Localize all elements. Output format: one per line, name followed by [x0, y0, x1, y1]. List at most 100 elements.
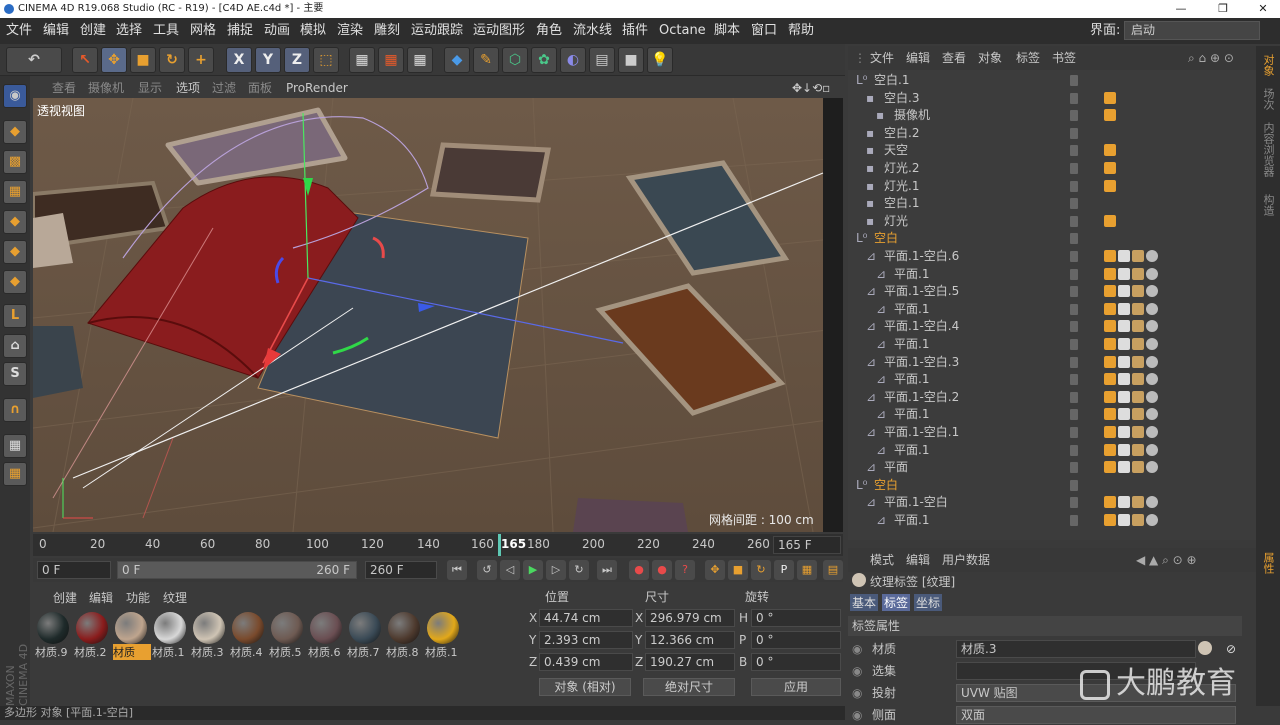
tag-icon[interactable]: [1104, 91, 1116, 104]
tag-icon[interactable]: [1146, 514, 1158, 526]
rot-b-field[interactable]: 0 °: [751, 653, 841, 671]
tag-icon[interactable]: [1104, 443, 1116, 456]
rot-p-field[interactable]: 0 °: [751, 631, 841, 649]
render-settings-icon[interactable]: ▦: [407, 47, 433, 73]
scale-tool-icon[interactable]: ■: [130, 47, 156, 73]
tag-icon[interactable]: [1104, 320, 1116, 333]
menu-create[interactable]: 创建: [80, 18, 106, 44]
size-y-field[interactable]: 12.366 cm: [645, 631, 735, 649]
object-row[interactable]: ⊿ 平面: [848, 459, 1256, 477]
tweak-mode-icon[interactable]: ⌂: [3, 334, 27, 358]
attr-menu-mode[interactable]: 模式: [870, 548, 894, 572]
points-mode-icon[interactable]: ◆: [3, 210, 27, 234]
attr-tab-basic[interactable]: 基本: [850, 594, 879, 611]
record-keys-icon[interactable]: ●: [629, 560, 649, 580]
menu-pipeline[interactable]: 流水线: [573, 18, 612, 44]
apply-button[interactable]: 应用: [751, 678, 841, 696]
tag-icon[interactable]: [1132, 443, 1144, 456]
next-frame-icon[interactable]: ▷: [546, 560, 566, 580]
tag-icon[interactable]: [1132, 250, 1144, 262]
side-tab-takes[interactable]: 场次: [1260, 88, 1276, 110]
side-tab-structure[interactable]: 构造: [1260, 194, 1276, 216]
tag-icon[interactable]: [1132, 267, 1144, 280]
deformer-icon[interactable]: ◐: [560, 47, 586, 73]
tag-icon[interactable]: [1118, 496, 1130, 509]
layout-select[interactable]: 启动: [1124, 21, 1260, 40]
visibility-toggle-icon[interactable]: [1070, 233, 1078, 245]
viewport-menu-prorender[interactable]: ProRender: [286, 78, 348, 98]
visibility-toggle-icon[interactable]: [1070, 92, 1078, 104]
material-swatch[interactable]: 材质: [113, 612, 151, 662]
menu-select[interactable]: 选择: [116, 18, 142, 44]
om-menu-edit[interactable]: 编辑: [906, 46, 930, 70]
object-row[interactable]: ▪ 灯光: [848, 213, 1256, 231]
object-row[interactable]: ⊿ 平面.1: [848, 371, 1256, 389]
object-row[interactable]: ⊿ 平面.1: [848, 266, 1256, 284]
material-swatch[interactable]: 材质.5: [269, 612, 305, 662]
camera-icon[interactable]: ■: [618, 47, 644, 73]
coord-mode-select[interactable]: 对象 (相对): [539, 678, 631, 696]
tag-icon[interactable]: [1118, 320, 1130, 333]
tag-icon[interactable]: [1104, 338, 1116, 350]
axis-mode-icon[interactable]: L: [3, 304, 27, 328]
snap-icon[interactable]: S: [3, 362, 27, 386]
menu-character[interactable]: 角色: [536, 18, 562, 44]
tag-icon[interactable]: [1146, 426, 1158, 438]
visibility-toggle-icon[interactable]: [1070, 198, 1078, 210]
magnet-icon[interactable]: ∩: [3, 398, 27, 422]
object-row[interactable]: ▪ 空白.2: [848, 125, 1256, 143]
visibility-toggle-icon[interactable]: [1070, 444, 1078, 456]
tag-icon[interactable]: [1146, 302, 1158, 315]
tag-icon[interactable]: [1104, 514, 1116, 526]
om-menu-tags[interactable]: 标签: [1016, 46, 1040, 70]
radio-icon[interactable]: ◉: [852, 639, 862, 659]
tag-icon[interactable]: [1118, 302, 1130, 315]
visibility-toggle-icon[interactable]: [1070, 163, 1078, 174]
tag-icon[interactable]: [1132, 390, 1144, 403]
tag-icon[interactable]: [1132, 496, 1144, 509]
pos-y-field[interactable]: 2.393 cm: [539, 631, 633, 649]
tag-icon[interactable]: [1104, 461, 1116, 474]
tag-icon[interactable]: [1132, 338, 1144, 350]
visibility-toggle-icon[interactable]: [1070, 374, 1078, 386]
viewport-menu-panel[interactable]: 面板: [248, 78, 272, 98]
om-search-icon[interactable]: ⌕ ⌂ ⊕ ⊙: [1188, 46, 1234, 70]
texture-mode-icon[interactable]: ▩: [3, 150, 27, 174]
object-row[interactable]: ⊿ 平面.1: [848, 336, 1256, 354]
menu-animate[interactable]: 动画: [264, 18, 290, 44]
render-view-icon[interactable]: ▦: [349, 47, 375, 73]
model-mode-icon[interactable]: ◆: [3, 120, 27, 144]
material-swatch[interactable]: 材质.2: [74, 612, 110, 662]
autokey-icon[interactable]: ●: [652, 560, 672, 580]
tag-icon[interactable]: [1104, 426, 1116, 438]
visibility-toggle-icon[interactable]: [1070, 339, 1078, 350]
tag-icon[interactable]: [1104, 267, 1116, 280]
tag-icon[interactable]: [1104, 162, 1116, 174]
tag-icon[interactable]: [1104, 250, 1116, 262]
edges-mode-icon[interactable]: ◆: [3, 240, 27, 264]
tag-icon[interactable]: [1132, 514, 1144, 526]
tag-icon[interactable]: [1118, 461, 1130, 474]
make-editable-icon[interactable]: ◉: [3, 84, 27, 108]
tag-icon[interactable]: [1118, 285, 1130, 298]
subdivision-icon[interactable]: ⬡: [502, 47, 528, 73]
om-menu-view[interactable]: 查看: [942, 46, 966, 70]
minimize-button[interactable]: —: [1166, 0, 1196, 18]
object-row[interactable]: ▪ 摄像机: [848, 107, 1256, 125]
key-rotation-icon[interactable]: ↻: [751, 560, 771, 580]
material-swatch[interactable]: 材质.9: [35, 612, 71, 662]
tag-icon[interactable]: [1132, 426, 1144, 438]
tag-icon[interactable]: [1146, 320, 1158, 333]
tag-icon[interactable]: [1146, 496, 1158, 509]
coordinate-system-icon[interactable]: ⬚: [313, 47, 339, 73]
tag-icon[interactable]: [1104, 109, 1116, 122]
previous-frame-icon[interactable]: ◁: [500, 560, 520, 580]
key-scale-icon[interactable]: ■: [728, 560, 748, 580]
material-swatch[interactable]: 材质.4: [230, 612, 266, 662]
tag-icon[interactable]: [1132, 285, 1144, 298]
undo-button[interactable]: ↶: [6, 47, 62, 73]
tag-icon[interactable]: [1132, 302, 1144, 315]
menu-render[interactable]: 渲染: [337, 18, 363, 44]
tag-icon[interactable]: [1132, 461, 1144, 474]
recent-tool-icon[interactable]: +: [188, 47, 214, 73]
